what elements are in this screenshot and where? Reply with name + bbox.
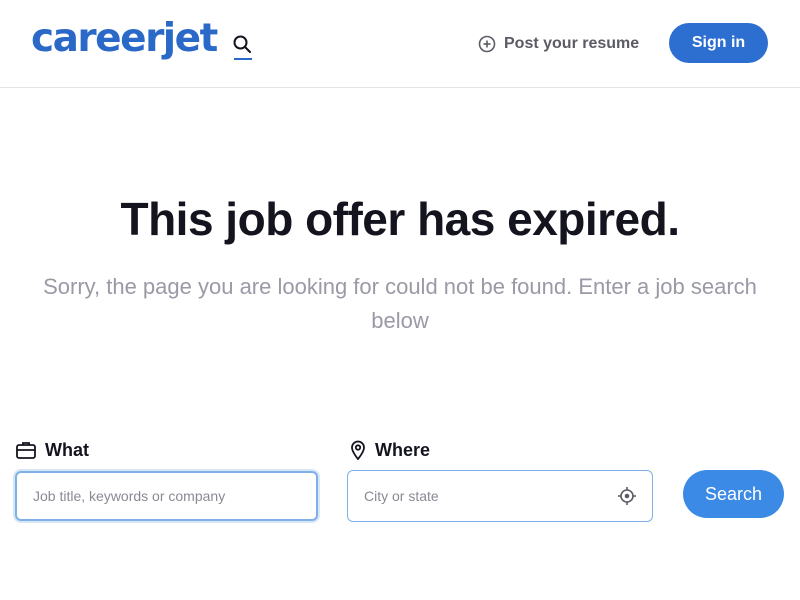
- site-header: careerjet Post your resume Sign in: [0, 0, 800, 88]
- post-resume-link[interactable]: Post your resume: [478, 33, 639, 55]
- careerjet-logo[interactable]: careerjet: [31, 14, 218, 64]
- what-field[interactable]: [15, 471, 318, 521]
- locate-me-icon[interactable]: [617, 486, 637, 506]
- header-search-button[interactable]: [232, 34, 252, 60]
- active-underline: [234, 58, 252, 60]
- briefcase-icon: [16, 442, 36, 459]
- page-subtitle: Sorry, the page you are looking for coul…: [43, 274, 757, 333]
- plus-circle-icon: [478, 35, 496, 53]
- map-pin-icon: [351, 440, 365, 460]
- sign-in-button[interactable]: Sign in: [669, 23, 768, 63]
- where-field[interactable]: [347, 470, 653, 522]
- search-button[interactable]: Search: [683, 470, 784, 518]
- search-icon: [233, 35, 251, 53]
- where-label: Where: [350, 438, 430, 462]
- where-label-text: Where: [375, 439, 431, 460]
- what-input[interactable]: [33, 488, 300, 504]
- what-label: What: [16, 438, 89, 462]
- post-resume-label: Post your resume: [504, 35, 640, 52]
- what-label-text: What: [45, 439, 89, 460]
- where-input[interactable]: [364, 488, 636, 504]
- page-title: This job offer has expired.: [120, 193, 680, 245]
